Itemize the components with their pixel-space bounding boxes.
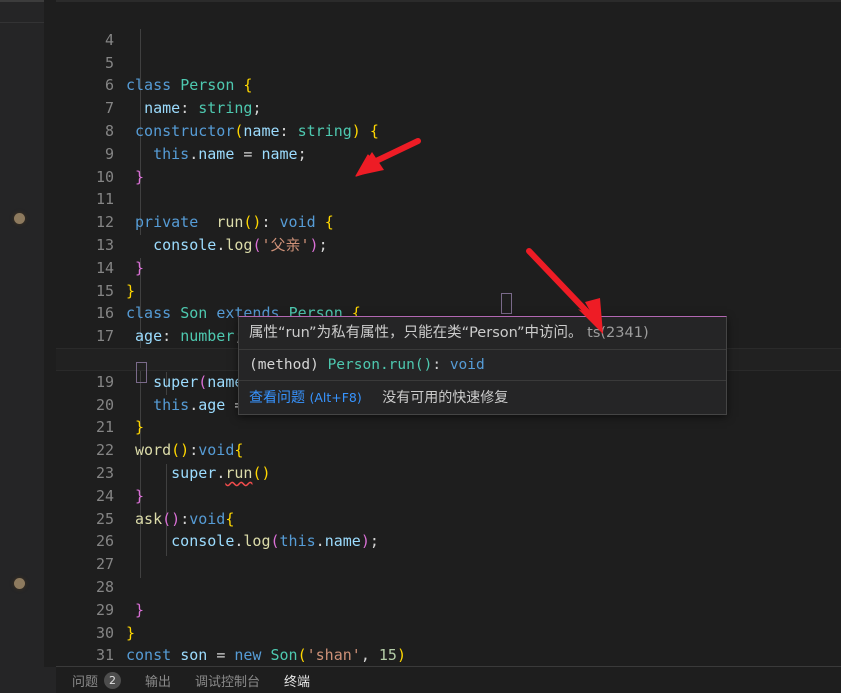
- bracket-match-close: [136, 362, 147, 383]
- panel-tab-list: 问题 2 输出 调试控制台 终端: [56, 667, 841, 693]
- tooltip-signature-name: Person.run(): [327, 357, 433, 373]
- panel-tab-problems[interactable]: 问题 2: [60, 667, 133, 693]
- editor-gutter-strip: [44, 0, 56, 693]
- vscode-window: 4 5 class Person { 6 name: string; 7 con…: [0, 0, 841, 693]
- code-line[interactable]: 8 this.name = name;: [56, 97, 841, 163]
- panel-tab-label: 调试控制台: [195, 674, 261, 690]
- breakpoint-marker-2[interactable]: [14, 578, 25, 589]
- code-line[interactable]: 10: [56, 143, 841, 186]
- editor-top-divider: [56, 0, 841, 2]
- code-line[interactable]: 28 }: [56, 553, 841, 619]
- panel-tab-debug-console[interactable]: 调试控制台: [183, 667, 272, 693]
- code-line[interactable]: 14 }: [56, 234, 841, 300]
- code-line[interactable]: 9 }: [56, 120, 841, 186]
- code-line[interactable]: 31 console.log(son.name);: [56, 622, 841, 687]
- code-line[interactable]: 5 class Person {: [56, 29, 841, 95]
- tooltip-error-code: ts(2341): [587, 325, 649, 341]
- code-line[interactable]: 29 }: [56, 576, 841, 642]
- bracket-match-open: [501, 293, 512, 314]
- panel-tab-label: 终端: [284, 674, 311, 690]
- code-line[interactable]: 6 name: string;: [56, 52, 841, 117]
- code-line[interactable]: 13 }: [56, 211, 841, 277]
- code-line[interactable]: 26: [56, 508, 841, 550]
- code-line[interactable]: 24 ask():void{: [56, 462, 841, 528]
- activity-rail: [0, 0, 45, 693]
- tooltip-message: 属性“run”为私有属性，只能在类“Person”中访问。: [249, 325, 583, 341]
- panel-tab-label: 问题: [72, 674, 99, 690]
- view-problem-link[interactable]: 查看问题: [249, 390, 305, 406]
- panel-tab-label: 输出: [145, 674, 172, 690]
- no-quick-fix-label: 没有可用的快速修复: [382, 390, 509, 406]
- tooltip-actions-row: 查看问题 (Alt+F8) 没有可用的快速修复: [239, 380, 726, 414]
- code-line[interactable]: 25 console.log(this.name);: [56, 485, 841, 551]
- tooltip-signature-sep: :: [432, 357, 450, 373]
- tooltip-signature-type: void: [449, 357, 485, 373]
- code-line[interactable]: 27: [56, 530, 841, 573]
- code-line[interactable]: 22 super.run(): [56, 416, 841, 482]
- code-line[interactable]: 32: [56, 644, 841, 687]
- hover-diagnostic-tooltip[interactable]: 属性“run”为私有属性，只能在类“Person”中访问。 ts(2341) (…: [238, 316, 727, 415]
- panel-tab-terminal[interactable]: 终端: [272, 667, 322, 693]
- tooltip-message-row: 属性“run”为私有属性，只能在类“Person”中访问。 ts(2341): [239, 317, 726, 349]
- tooltip-signature-prefix: (method): [249, 357, 328, 373]
- code-line[interactable]: 4: [56, 6, 841, 49]
- problems-count-badge: 2: [104, 671, 122, 689]
- rail-second-divider: [0, 22, 44, 23]
- code-line[interactable]: 11 private run(): void {: [56, 166, 841, 231]
- code-line[interactable]: 23 }: [56, 439, 841, 505]
- bottom-panel[interactable]: 问题 2 输出 调试控制台 终端: [56, 666, 841, 693]
- rail-top-divider: [0, 0, 44, 2]
- breakpoint-marker-1[interactable]: [14, 213, 25, 224]
- code-line[interactable]: 30 const son = new Son('shan', 15): [56, 599, 841, 665]
- code-line[interactable]: 7 constructor(name: string) {: [56, 74, 841, 140]
- bottom-left-mask: [0, 667, 56, 693]
- tooltip-signature-row: (method) Person.run(): void: [239, 349, 726, 380]
- view-problem-shortcut: (Alt+F8): [309, 390, 362, 405]
- code-line[interactable]: 12 console.log('父亲');: [56, 188, 841, 254]
- code-line[interactable]: 15 class Son extends Person {: [56, 257, 841, 323]
- code-line[interactable]: 16 age: number;: [56, 280, 841, 345]
- panel-tab-output[interactable]: 输出: [133, 667, 183, 693]
